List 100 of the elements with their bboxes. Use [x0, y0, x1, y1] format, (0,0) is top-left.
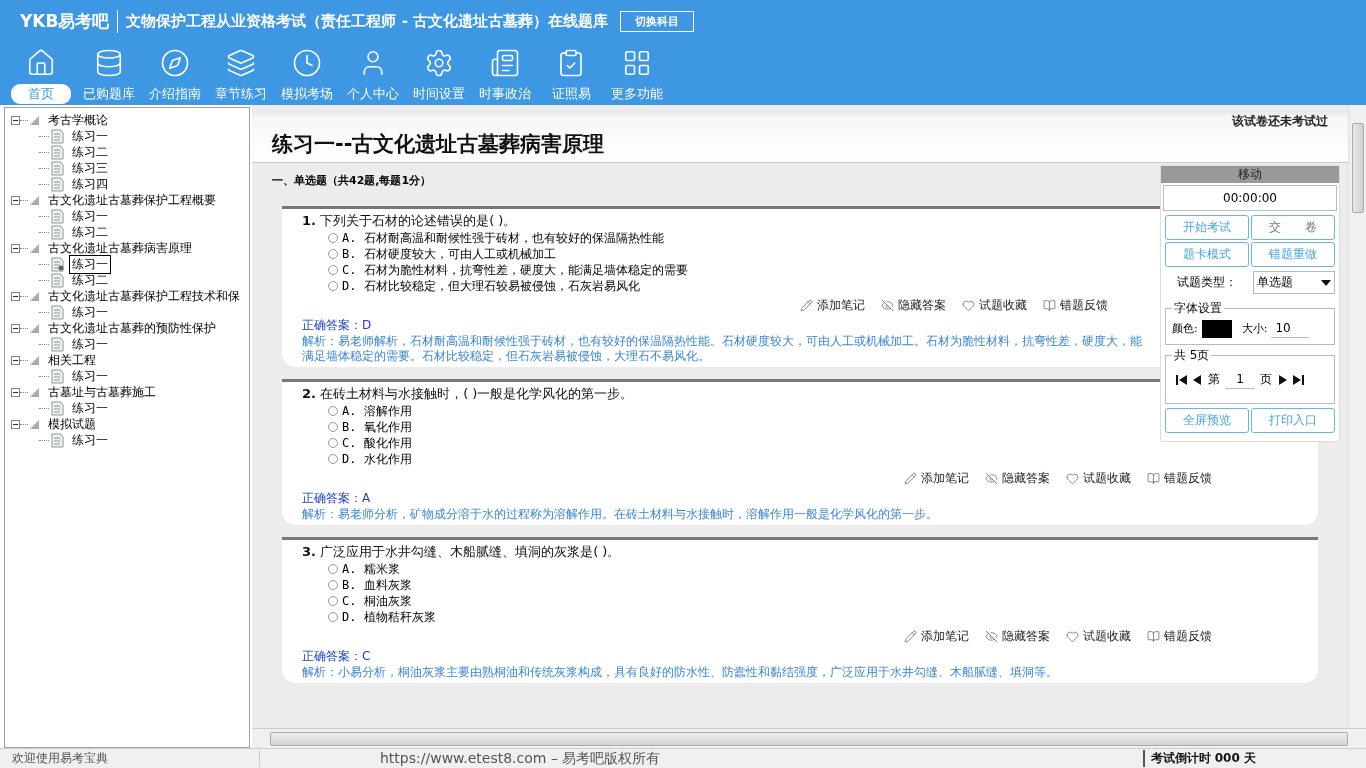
dropdown-arrow-icon[interactable] [1321, 279, 1331, 286]
report-error-link[interactable]: 错题反馈 [1147, 628, 1212, 645]
group-legend: 共 5页 [1172, 347, 1212, 364]
triangle-icon [30, 243, 39, 253]
triangle-icon [30, 355, 39, 365]
option-text: D. 石材比较稳定，但大理石较易被侵蚀，石灰岩易风化 [342, 277, 640, 295]
document-icon [51, 144, 64, 160]
next-page-icon[interactable] [1277, 374, 1288, 385]
pencil-icon [800, 299, 813, 312]
question-text: 2. 在砖土材料与水接触时，( )一般是化学风化的第一步。 [302, 385, 634, 403]
pencil-icon [904, 472, 917, 485]
home-icon [26, 48, 56, 78]
expander-icon[interactable] [11, 291, 20, 301]
triangle-icon [30, 419, 39, 429]
radio-button[interactable] [328, 249, 338, 259]
book-icon [1147, 630, 1160, 643]
horizontal-scrollbar[interactable] [252, 728, 1366, 748]
radio-button[interactable] [328, 438, 338, 448]
add-note-link[interactable]: 添加笔记 [904, 628, 969, 645]
layers-icon [226, 48, 256, 78]
radio-button[interactable] [328, 564, 338, 574]
report-error-link[interactable]: 错题反馈 [1147, 470, 1212, 487]
document-pin-icon [51, 256, 64, 272]
eye-off-icon [985, 630, 998, 643]
type-select[interactable]: 单选题 [1253, 271, 1335, 294]
add-note-link[interactable]: 添加笔记 [800, 297, 865, 314]
expander-icon[interactable] [11, 387, 20, 397]
hide-answer-link[interactable]: 隐藏答案 [985, 628, 1050, 645]
triangle-icon [30, 387, 39, 397]
radio-button[interactable] [328, 596, 338, 606]
triangle-icon [30, 195, 39, 205]
radio-button[interactable] [328, 580, 338, 590]
document-icon [51, 224, 64, 240]
type-label: 试题类型： [1177, 274, 1237, 291]
radio-button[interactable] [328, 454, 338, 464]
book-icon [1043, 299, 1056, 312]
radio-button[interactable] [328, 406, 338, 416]
heart-icon [1066, 630, 1079, 643]
add-note-link[interactable]: 添加笔记 [904, 470, 969, 487]
option-text: C. 酸化作用 [342, 434, 412, 452]
last-page-icon[interactable] [1293, 374, 1304, 385]
report-error-link[interactable]: 错题反馈 [1043, 297, 1108, 314]
heart-icon [1066, 472, 1079, 485]
option-text: A. 石材耐高温和耐候性强于砖材，也有较好的保温隔热性能 [342, 229, 664, 247]
exam-countdown: 考试倒计时 000 天 [1142, 750, 1366, 767]
radio-button[interactable] [328, 612, 338, 622]
radio-button[interactable] [328, 422, 338, 432]
option-text: A. 溶解作用 [342, 402, 412, 420]
hide-answer-link[interactable]: 隐藏答案 [985, 470, 1050, 487]
page-suffix: 页 [1260, 371, 1272, 388]
status-welcome: 欢迎使用易考宝典 [0, 750, 260, 767]
analysis-text: 解析：小易分析，桐油灰浆主要由熟桐油和传统灰浆构成，具有良好的防水性、防蠹性和黏结强度，广泛应用于水井勾缝、木船腻缝、填洞等。 [302, 665, 1058, 680]
settings-icon [424, 48, 454, 78]
expander-icon[interactable] [11, 115, 20, 125]
analysis-text: 解析：易老师分析，矿物成分溶于水的过程称为溶解作用。在砖土材料与水接触时，溶解作用一般是化学风化的第一步。 [302, 507, 938, 522]
tree-item[interactable]: 练习一 [69, 254, 111, 274]
expander-icon[interactable] [11, 243, 20, 253]
expander-icon[interactable] [11, 195, 20, 205]
eye-off-icon [881, 299, 894, 312]
option-text: B. 氧化作用 [342, 418, 412, 436]
newspaper-icon [490, 48, 520, 78]
question-text: 1. 下列关于石材的论述错误的是( )。 [302, 212, 517, 230]
vertical-scrollbar[interactable] [1348, 105, 1366, 728]
pencil-icon [904, 630, 917, 643]
previous-page-icon[interactable] [1192, 374, 1203, 385]
radio-button[interactable] [328, 265, 338, 275]
correct-answer: 正确答案：A [302, 490, 371, 507]
panel-title[interactable]: 移动 [1161, 166, 1339, 183]
heart-icon [962, 299, 975, 312]
option-text: B. 血料灰浆 [342, 576, 412, 594]
expander-icon[interactable] [11, 355, 20, 365]
first-page-icon[interactable] [1176, 374, 1187, 385]
document-icon [51, 160, 64, 176]
option-text: C. 桐油灰浆 [342, 592, 412, 610]
document-icon [51, 272, 64, 288]
hide-answer-link[interactable]: 隐藏答案 [881, 297, 946, 314]
analysis-text: 解析：易老师解析，石材耐高温和耐候性强于砖材，也有较好的保温隔热性能。石材硬度较大，可由人工或机械加工。石材为脆性材料，抗弯性差，硬度大，能满足墙体稳定的需要。石材比较稳定，但石灰岩易被侵蚀，大理石不易风化。 [302, 334, 1143, 364]
triangle-icon [30, 323, 39, 333]
favorite-link[interactable]: 试题收藏 [1066, 470, 1131, 487]
document-icon [51, 176, 64, 192]
favorite-link[interactable]: 试题收藏 [962, 297, 1027, 314]
expander-icon[interactable] [11, 419, 20, 429]
option-text: D. 植物秸秆灰浆 [342, 608, 436, 626]
radio-button[interactable] [328, 233, 338, 243]
favorite-link[interactable]: 试题收藏 [1066, 628, 1131, 645]
triangle-icon [30, 115, 39, 125]
expander-icon[interactable] [11, 323, 20, 333]
logo: YKB易考吧 [20, 9, 119, 33]
question-text: 3. 广泛应用于水井勾缝、木船腻缝、填洞的灰浆是( )。 [302, 543, 621, 561]
group-legend: 字体设置 [1172, 300, 1224, 317]
page-prefix: 第 [1208, 371, 1220, 388]
compass-icon [160, 48, 190, 78]
option-text: A. 糯米浆 [342, 560, 400, 578]
correct-answer: 正确答案：D [302, 317, 372, 334]
section-heading: 一、单选题（共42题,每题1分） [272, 173, 432, 188]
radio-button[interactable] [328, 281, 338, 291]
correct-answer: 正确答案：C [302, 648, 371, 665]
triangle-icon [30, 291, 39, 301]
color-swatch[interactable] [1201, 319, 1232, 338]
app-title: 文物保护工程从业资格考试（责任工程师 - 古文化遗址古墓葬）在线题库 [126, 11, 609, 31]
